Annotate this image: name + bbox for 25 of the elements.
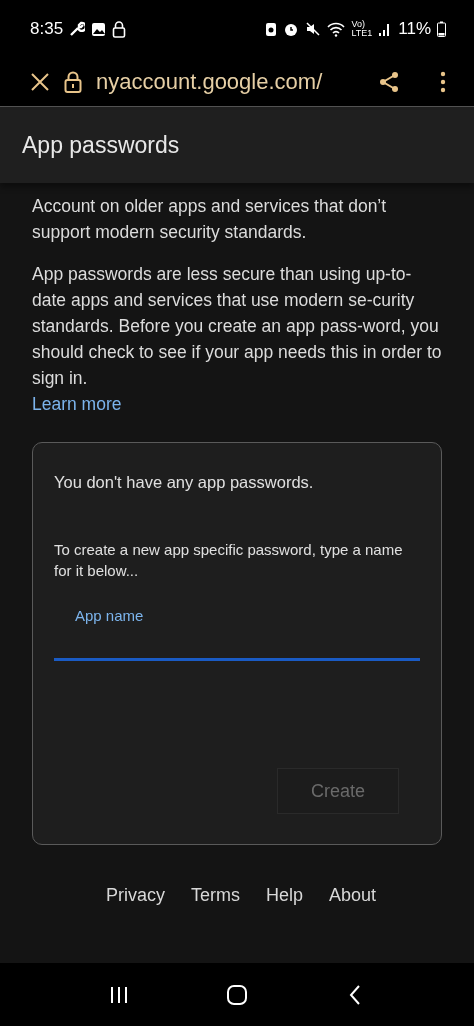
footer-link[interactable]: Help	[265, 885, 303, 906]
lock-icon	[64, 71, 82, 93]
battery-icon	[437, 21, 446, 37]
battery-percent: 11%	[398, 19, 431, 39]
description-text: App passwords are less secure than using up-to-date apps and services that use modern se-curity standards. Before you create an app pass-word, you should check to see if your app needs this in order to sign in.	[32, 263, 442, 390]
empty-message: You don't have any app passwords.	[54, 473, 315, 492]
footer-link[interactable]: Privacy	[105, 885, 165, 906]
lock-icon	[112, 20, 127, 38]
footer-link[interactable]: Terms	[190, 885, 240, 906]
footer-link[interactable]: About	[329, 885, 377, 906]
close-icon[interactable]	[30, 72, 50, 92]
mute-icon	[305, 21, 322, 37]
instruction-text: To create a new app specific password, type a name for it below...	[54, 540, 404, 581]
image-icon	[91, 21, 107, 37]
description-text: Account on older apps and services that don’t support modern security standards.	[32, 195, 388, 244]
wifi-icon	[327, 21, 346, 37]
home-icon[interactable]	[226, 983, 248, 1006]
learn-more-link[interactable]: Learn more	[32, 391, 122, 417]
app-name-field[interactable]: App name	[54, 603, 420, 661]
clock: 8:35	[30, 19, 64, 39]
page-title: App passwords	[22, 131, 180, 159]
share-icon[interactable]	[378, 71, 400, 93]
url-field[interactable]: nyaccount.google.com/	[96, 69, 364, 95]
network-label: Vo) LTE1	[351, 20, 373, 38]
wrench-icon	[69, 21, 86, 37]
